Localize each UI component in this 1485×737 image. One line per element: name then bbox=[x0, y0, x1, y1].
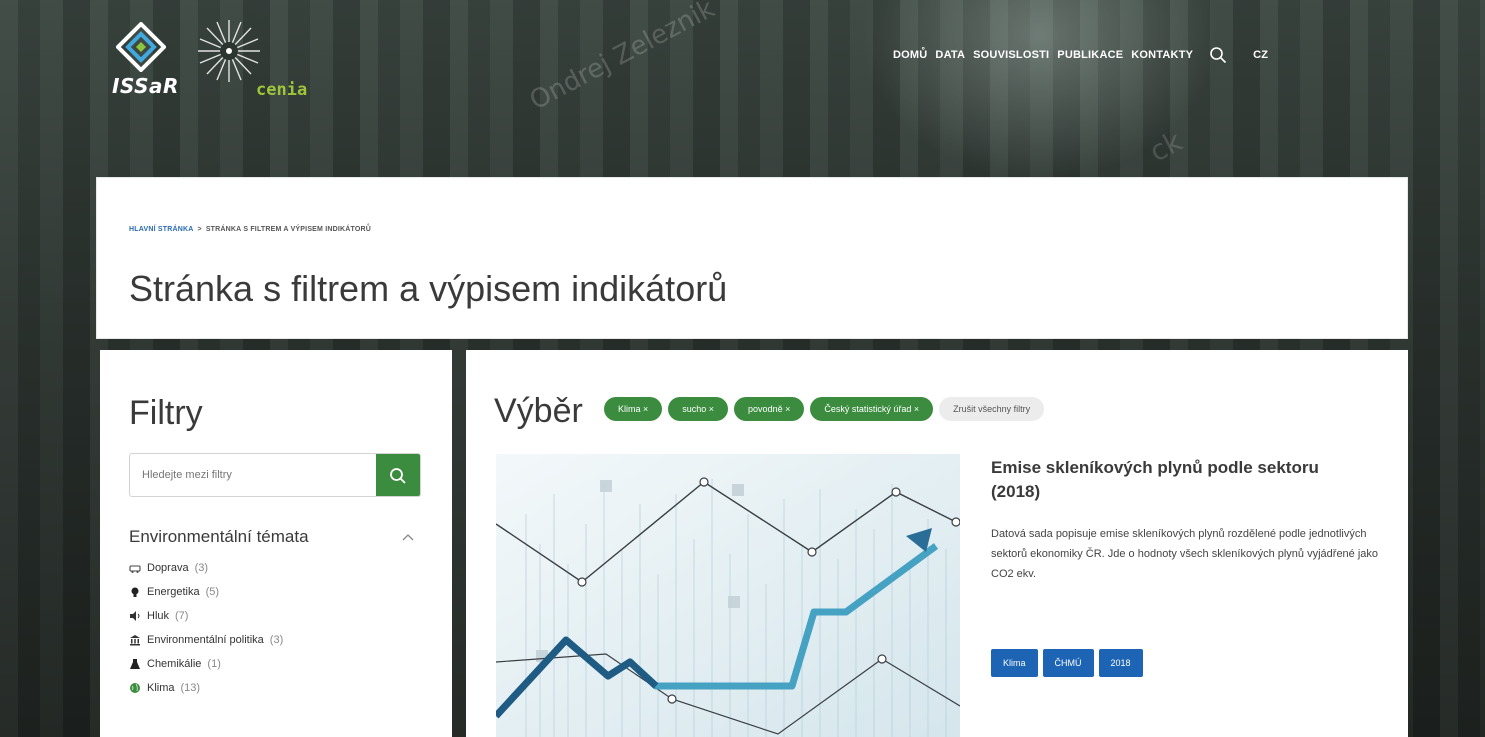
filter-item-klima[interactable]: Klima (13) bbox=[129, 676, 429, 700]
tag-2018[interactable]: 2018 bbox=[1098, 649, 1143, 677]
breadcrumb-separator: > bbox=[197, 226, 202, 233]
filter-item-count: (7) bbox=[175, 610, 189, 622]
filter-item-count: (5) bbox=[205, 586, 220, 598]
filter-item-count: (1) bbox=[207, 658, 221, 670]
tag-klima[interactable]: Klima bbox=[991, 649, 1038, 677]
filter-item-label: Hluk bbox=[147, 610, 170, 622]
tag-chmu[interactable]: ČHMÚ bbox=[1042, 649, 1094, 677]
filter-search-button[interactable] bbox=[376, 454, 420, 496]
filter-item-chemikalie[interactable]: Chemikálie (1) bbox=[129, 652, 429, 676]
chevron-up-icon[interactable] bbox=[402, 533, 414, 541]
filter-search-input[interactable] bbox=[130, 454, 376, 496]
indicator-card-title[interactable]: Emise skleníkových plynů podle sektoru (… bbox=[991, 456, 1371, 504]
institution-icon bbox=[130, 635, 140, 646]
filter-item-energetika[interactable]: Energetika (5) bbox=[129, 580, 429, 604]
issar-diamond-icon bbox=[116, 22, 166, 72]
flask-icon bbox=[130, 659, 140, 669]
filter-item-label: Environmentální politika bbox=[147, 634, 264, 646]
main-nav: DOMŮ DATA SOUVISLOSTI PUBLIKACE KONTAKTY… bbox=[893, 46, 1268, 64]
search-icon bbox=[390, 468, 406, 484]
filters-title: Filtry bbox=[129, 394, 203, 432]
chip-cesky-statisticky-urad[interactable]: Český statistický úřad × bbox=[810, 397, 934, 421]
filter-item-hluk[interactable]: Hluk (7) bbox=[129, 604, 429, 628]
cenia-burst-icon bbox=[198, 20, 260, 82]
chip-povodne[interactable]: povodně × bbox=[734, 397, 805, 421]
breadcrumb-current: STRÁNKA S FILTREM A VÝPISEM INDIKÁTORŮ bbox=[205, 226, 372, 233]
chart-illustration bbox=[496, 454, 960, 737]
filter-item-label: Klima bbox=[147, 682, 175, 694]
filter-item-count: (13) bbox=[180, 682, 201, 694]
filter-group-environmental[interactable]: Environmentální témata bbox=[129, 527, 414, 547]
chip-sucho[interactable]: sucho × bbox=[668, 397, 729, 421]
chip-klima[interactable]: Klima × bbox=[604, 397, 663, 421]
filter-item-label: Doprava bbox=[147, 562, 189, 574]
cenia-logo-text: cenia bbox=[256, 80, 308, 100]
globe-icon bbox=[130, 683, 140, 693]
filter-item-count: (3) bbox=[194, 562, 209, 574]
breadcrumb: HLAVNÍ STRÁNKA > STRÁNKA S FILTREM A VÝP… bbox=[129, 226, 371, 233]
issar-logo-text: ISSaR bbox=[112, 74, 179, 98]
nav-domu[interactable]: DOMŮ bbox=[893, 47, 927, 63]
nav-kontakty[interactable]: KONTAKTY bbox=[1131, 47, 1193, 63]
indicator-card-tags: Klima ČHMÚ 2018 bbox=[991, 649, 1143, 677]
bulb-icon bbox=[131, 587, 139, 597]
active-filter-chips: Klima × sucho × povodně × Český statisti… bbox=[604, 397, 1045, 421]
cenia-logo[interactable]: cenia bbox=[196, 18, 316, 108]
filter-list: Doprava (3) Energetika (5) Hluk (7) Envi… bbox=[129, 556, 429, 700]
search-icon[interactable] bbox=[1209, 46, 1227, 64]
nav-publikace[interactable]: PUBLIKACE bbox=[1057, 47, 1123, 63]
title-card: HLAVNÍ STRÁNKA > STRÁNKA S FILTREM A VÝP… bbox=[96, 177, 1408, 339]
indicator-card-image[interactable] bbox=[496, 454, 960, 737]
issar-logo[interactable]: ISSaR bbox=[112, 22, 192, 108]
car-icon bbox=[129, 565, 141, 573]
indicator-card-description: Datová sada popisuje emise skleníkových … bbox=[991, 528, 1379, 580]
breadcrumb-home[interactable]: HLAVNÍ STRÁNKA bbox=[129, 226, 194, 233]
filter-item-doprava[interactable]: Doprava (3) bbox=[129, 556, 429, 580]
filter-group-title: Environmentální témata bbox=[129, 527, 309, 546]
page-title: Stránka s filtrem a výpisem indikátorů bbox=[129, 268, 728, 309]
selection-title: Výběr bbox=[494, 392, 583, 430]
filter-item-environmentalni-politika[interactable]: Environmentální politika (3) bbox=[129, 628, 429, 652]
filter-item-label: Energetika bbox=[147, 586, 200, 598]
filter-item-label: Chemikálie bbox=[147, 658, 202, 670]
filter-sidebar: Filtry Environmentální témata Doprava (3… bbox=[100, 350, 452, 737]
clear-all-filters-button[interactable]: Zrušit všechny filtry bbox=[939, 397, 1045, 421]
speaker-icon bbox=[130, 611, 140, 621]
filter-item-count: (3) bbox=[269, 634, 284, 646]
language-switch[interactable]: CZ bbox=[1253, 47, 1268, 63]
nav-data[interactable]: DATA bbox=[935, 47, 965, 63]
filter-search bbox=[129, 453, 421, 497]
results-panel: Výběr Klima × sucho × povodně × Český st… bbox=[466, 350, 1408, 737]
nav-souvislosti[interactable]: SOUVISLOSTI bbox=[973, 47, 1049, 63]
